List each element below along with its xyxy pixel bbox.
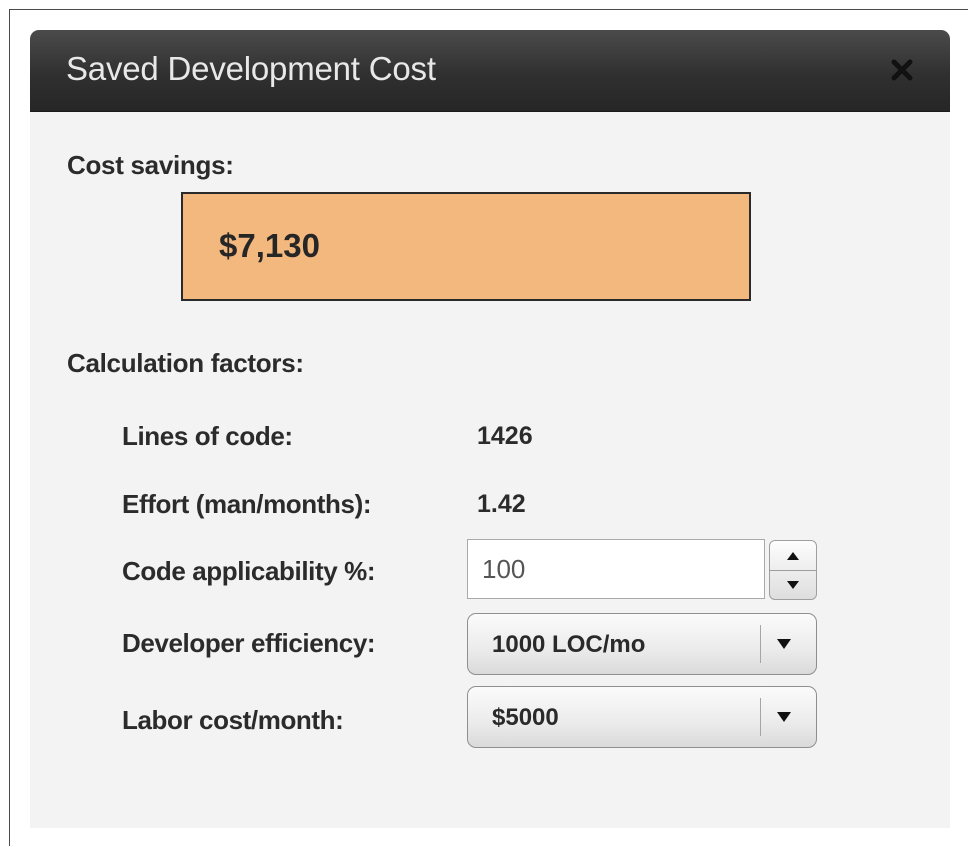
developer-efficiency-select[interactable]: 1000 LOC/mo (467, 613, 817, 675)
decrement-button[interactable] (770, 570, 816, 599)
close-button[interactable] (882, 50, 922, 90)
developer-efficiency-value: 1000 LOC/mo (492, 631, 646, 658)
labor-cost-select[interactable]: $5000 (467, 686, 817, 748)
saved-development-cost-dialog: Saved Development Cost Cost savings: $7,… (30, 30, 950, 828)
labor-cost-label: Labor cost/month: (122, 705, 344, 735)
code-applicability-input[interactable] (467, 539, 765, 599)
lines-of-code-label: Lines of code: (122, 421, 293, 451)
dropdown-arrow-icon (774, 709, 794, 725)
increment-button[interactable] (770, 541, 816, 571)
effort-label: Effort (man/months): (122, 489, 372, 519)
labor-cost-value: $5000 (492, 704, 559, 731)
lines-of-code-value: 1426 (477, 422, 533, 450)
dialog-header: Saved Development Cost (30, 30, 950, 112)
close-icon (891, 59, 913, 81)
dropdown-divider (760, 698, 761, 736)
arrow-up-icon (787, 551, 799, 560)
cost-savings-label: Cost savings: (67, 150, 234, 180)
cost-savings-value: $7,130 (219, 227, 320, 264)
calculation-factors-label: Calculation factors: (67, 348, 304, 378)
code-applicability-stepper (467, 539, 817, 603)
dropdown-divider (760, 625, 761, 663)
dialog-title: Saved Development Cost (66, 50, 436, 87)
arrow-down-icon (787, 580, 799, 589)
developer-efficiency-label: Developer efficiency: (122, 628, 376, 658)
stepper-buttons (769, 540, 817, 600)
code-applicability-label: Code applicability %: (122, 556, 376, 586)
effort-value: 1.42 (477, 490, 526, 518)
cost-savings-box: $7,130 (181, 192, 751, 301)
dropdown-arrow-icon (774, 636, 794, 652)
